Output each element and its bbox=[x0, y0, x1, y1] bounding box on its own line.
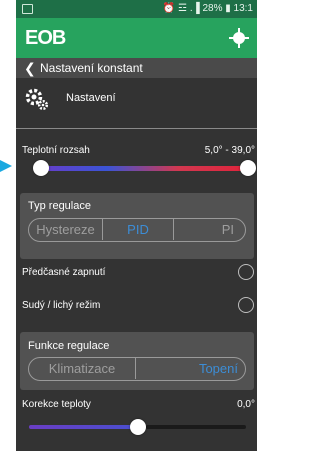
status-indicators: ⏰ ☲ .▐ 28% ▮ 13:1 bbox=[162, 3, 253, 14]
settings-header: Nastavení bbox=[16, 78, 257, 118]
pointer-arrow-icon bbox=[0, 160, 12, 172]
status-bar: ⏰ ☲ .▐ 28% ▮ 13:1 bbox=[16, 0, 257, 18]
regulation-type-title: Typ regulace bbox=[28, 200, 91, 212]
regulation-function-segmented-control: Klimatizace Topení bbox=[28, 357, 246, 381]
back-chevron-icon[interactable]: ❮ bbox=[24, 60, 36, 77]
regulation-function-title: Funkce regulace bbox=[28, 340, 110, 352]
temp-range-value: 5,0° - 39,0° bbox=[204, 145, 255, 156]
segment-pid[interactable]: PID bbox=[103, 219, 173, 240]
temp-range-min-handle[interactable] bbox=[33, 160, 50, 176]
temp-range-max-handle[interactable] bbox=[240, 160, 256, 176]
early-start-label: Předčasné zapnutí bbox=[22, 267, 106, 278]
notification-icon bbox=[22, 4, 33, 14]
segment-hystereze[interactable]: Hystereze bbox=[29, 219, 102, 240]
early-start-radio[interactable] bbox=[238, 264, 254, 280]
regulation-type-segmented-control: Hystereze PID PI bbox=[28, 218, 246, 242]
page-title: Nastavení konstant bbox=[40, 61, 143, 75]
temp-correction-value: 0,0° bbox=[237, 399, 255, 410]
temp-range-label: Teplotní rozsah bbox=[22, 145, 90, 156]
segment-topeni[interactable]: Topení bbox=[136, 358, 244, 379]
temp-correction-label: Korekce teploty bbox=[22, 399, 91, 410]
divider bbox=[16, 128, 257, 129]
temp-correction-handle[interactable] bbox=[129, 419, 146, 435]
phone-screen: ⏰ ☲ .▐ 28% ▮ 13:1 EOB ❮ Nastavení konsta… bbox=[16, 0, 257, 451]
even-odd-mode-label: Sudý / lichý režim bbox=[22, 300, 101, 311]
temp-range-slider-track[interactable] bbox=[35, 166, 250, 171]
app-bar: EOB bbox=[16, 18, 257, 58]
even-odd-mode-row[interactable]: Sudý / lichý režim bbox=[22, 296, 256, 318]
segment-pi[interactable]: PI bbox=[174, 219, 240, 240]
gears-icon bbox=[25, 88, 49, 111]
target-icon[interactable] bbox=[229, 28, 249, 48]
early-start-row[interactable]: Předčasné zapnutí bbox=[22, 263, 256, 285]
even-odd-mode-radio[interactable] bbox=[238, 297, 254, 313]
regulation-function-panel: Funkce regulace Klimatizace Topení bbox=[20, 332, 254, 390]
regulation-type-panel: Typ regulace Hystereze PID PI bbox=[20, 193, 254, 259]
temp-correction-track-filled[interactable] bbox=[29, 425, 137, 429]
segment-klimatizace[interactable]: Klimatizace bbox=[29, 358, 135, 379]
app-logo: EOB bbox=[25, 27, 66, 49]
settings-label: Nastavení bbox=[66, 92, 116, 104]
temp-correction-track-empty[interactable] bbox=[146, 425, 246, 429]
title-bar: ❮ Nastavení konstant bbox=[16, 58, 257, 78]
